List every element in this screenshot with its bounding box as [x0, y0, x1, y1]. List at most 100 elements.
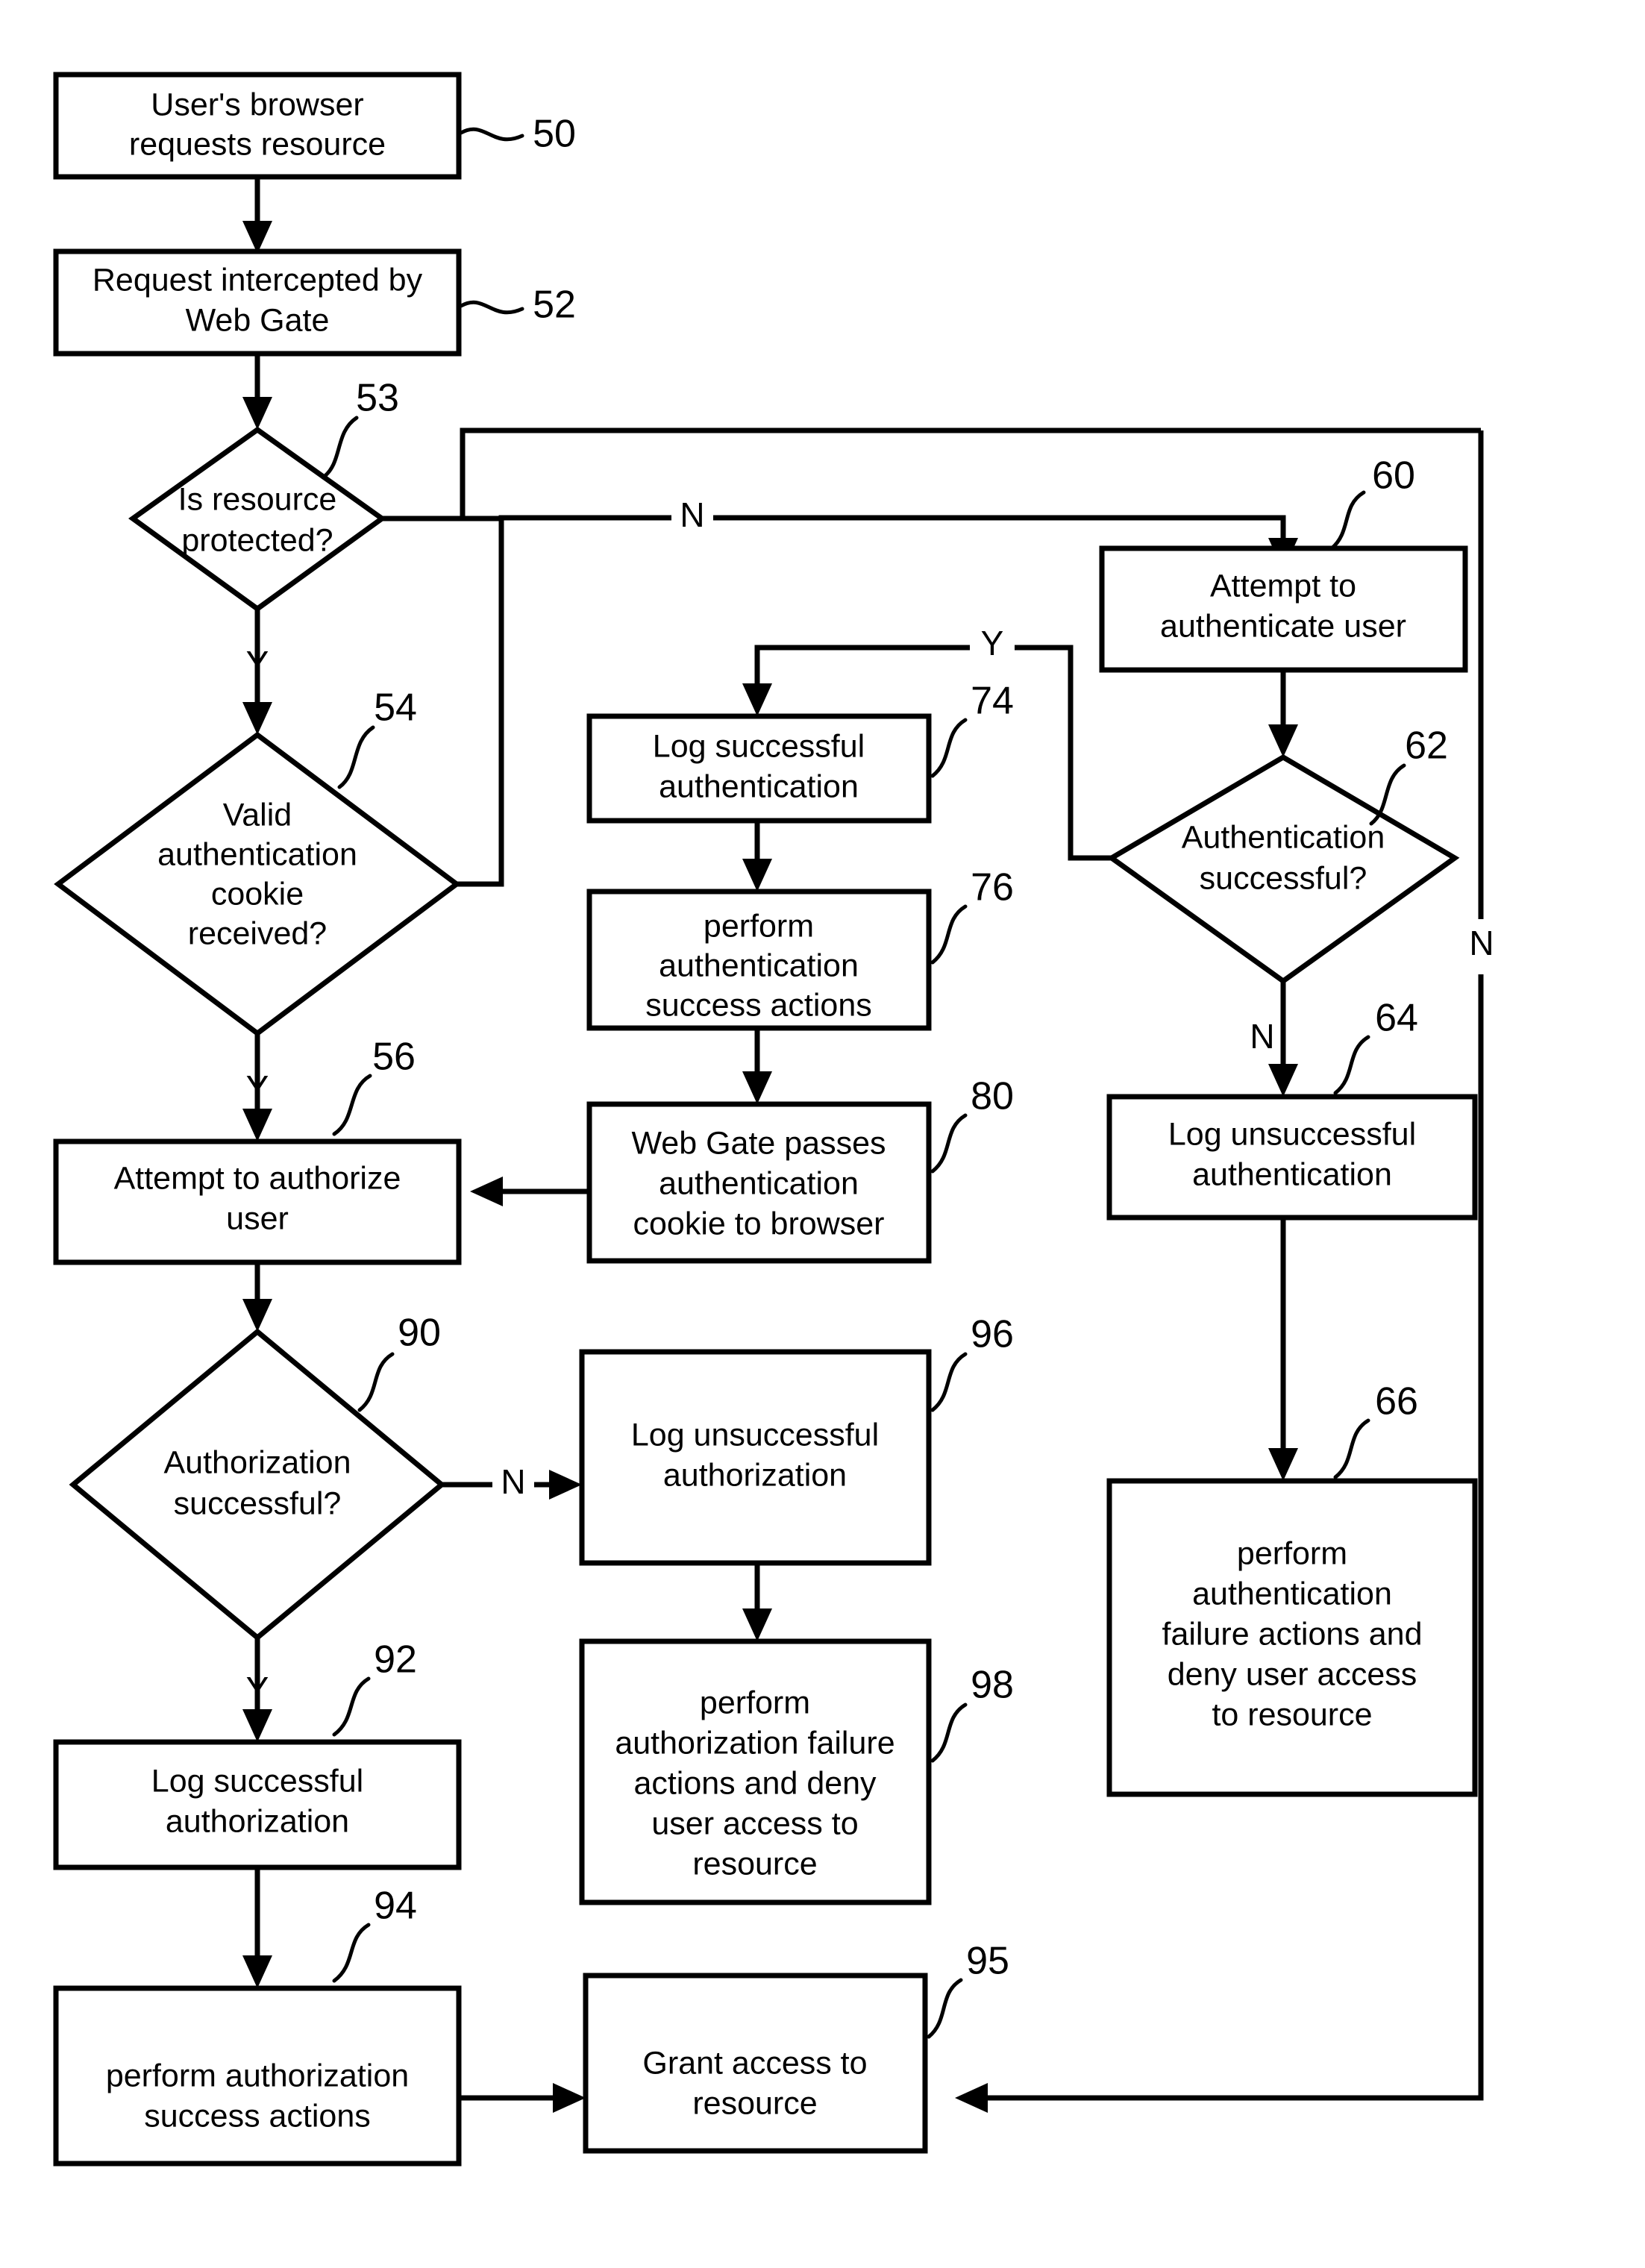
node-98-line-4: resource [692, 1846, 817, 1882]
node-64-line-0: Log unsuccessful [1168, 1116, 1416, 1152]
node-66-line-3: deny user access [1168, 1656, 1417, 1692]
arrowhead-62-yes-to-74 [742, 683, 772, 716]
flowchart-canvas: User's browser requests resource 50 Requ… [53, 72, 1503, 2167]
leader-80 [930, 1113, 968, 1174]
node-50[interactable]: User's browser requests resource 50 [53, 72, 576, 180]
node-60-line-1: authenticate user [1160, 608, 1406, 644]
arrowhead-90-no-to-96 [549, 1470, 582, 1500]
node-94-line-0: perform authorization [106, 2058, 409, 2093]
node-95-line-1: resource [692, 2085, 817, 2121]
node-90-line-0: Authorization [164, 1444, 351, 1480]
connector-53-no-to-60 [382, 515, 1286, 548]
ref-num-64: 64 [1375, 997, 1418, 1040]
flowchart-figure: User's browser requests resource 50 Requ… [0, 0, 1645, 2268]
arrowhead-50-to-52 [242, 221, 272, 254]
branch-label-authz-yes: Y [246, 1670, 269, 1708]
node-64-line-1: authentication [1192, 1156, 1392, 1192]
node-50-line-1: requests resource [129, 126, 386, 162]
branch-label-cookie-yes: Y [246, 1068, 269, 1107]
leader-76 [930, 904, 968, 965]
node-52[interactable]: Request intercepted by Web Gate 52 [53, 248, 576, 357]
node-50-line-0: User's browser [151, 87, 363, 122]
node-54-line-2: cookie [211, 876, 304, 912]
node-80[interactable]: Web Gate passes authentication cookie to… [586, 1075, 1014, 1264]
leader-94 [332, 1923, 371, 1983]
node-90[interactable]: Authorization successful? 90 [69, 1312, 446, 1641]
ref-num-53: 53 [356, 377, 399, 420]
leader-92 [332, 1676, 371, 1737]
node-96-line-1: authorization [663, 1457, 847, 1493]
leader-64 [1333, 1035, 1370, 1095]
ref-num-56: 56 [372, 1036, 416, 1079]
node-98-line-0: perform [700, 1685, 810, 1720]
node-54-line-0: Valid [223, 797, 292, 833]
node-96-line-0: Log unsuccessful [631, 1417, 879, 1453]
node-76-line-0: perform [704, 908, 814, 944]
ref-num-80: 80 [971, 1075, 1014, 1118]
node-62[interactable]: Authentication successful? 62 [1106, 724, 1460, 985]
branch-label-bypass-no: N [1469, 924, 1494, 962]
arrowhead-96-to-98 [742, 1608, 772, 1641]
ref-num-96: 96 [971, 1313, 1014, 1356]
branch-label-auth-no: N [1250, 1017, 1274, 1056]
branch-label-protected-yes: Y [246, 644, 269, 683]
node-53[interactable]: Is resource protected? 53 [128, 377, 399, 613]
node-53-line-0: Is resource [178, 481, 337, 517]
leader-96 [930, 1352, 968, 1412]
node-74[interactable]: Log successful authentication 74 [586, 680, 1014, 824]
arrowhead-80-to-56 [470, 1177, 503, 1206]
arrowhead-54-yes-to-56 [242, 1109, 272, 1141]
branch-label-authz-no: N [501, 1462, 525, 1501]
ref-num-66: 66 [1375, 1380, 1418, 1423]
connector-54-no-to-60 [457, 518, 504, 887]
node-64[interactable]: Log unsuccessful authentication 64 [1106, 997, 1478, 1221]
node-54[interactable]: Valid authentication cookie received? 54 [54, 686, 461, 1037]
node-66-line-2: failure actions and [1162, 1616, 1423, 1652]
leader-90 [357, 1352, 395, 1412]
arrowhead-92-to-94 [242, 1955, 272, 1988]
leader-53 [321, 416, 359, 480]
leader-98 [930, 1702, 968, 1763]
node-98-line-2: actions and deny [633, 1765, 877, 1801]
node-56-line-0: Attempt to authorize [114, 1160, 401, 1196]
leader-60 [1329, 490, 1366, 551]
node-80-line-2: cookie to browser [633, 1206, 885, 1241]
connector-53-no-bypass [382, 427, 1481, 521]
arrowhead-60-to-62 [1268, 724, 1298, 757]
node-52-line-0: Request intercepted by [93, 262, 423, 298]
node-95[interactable]: Grant access to resource 95 [583, 1940, 1009, 2154]
leader-95 [927, 1978, 963, 2039]
node-76[interactable]: perform authentication success actions 7… [586, 866, 1014, 1031]
node-54-line-1: authentication [157, 836, 357, 872]
arrowhead-90-yes-to-92 [242, 1709, 272, 1742]
node-95-line-0: Grant access to [642, 2045, 867, 2081]
node-53-line-1: protected? [181, 522, 333, 558]
leader-56 [332, 1074, 372, 1136]
arrowhead-76-to-80 [742, 1071, 772, 1104]
node-53-diamond[interactable] [128, 426, 386, 613]
ref-num-74: 74 [971, 680, 1014, 723]
arrowhead-62-no-to-64 [1268, 1064, 1298, 1097]
arrowhead-64-to-66 [1268, 1448, 1298, 1481]
node-92-line-1: authorization [166, 1803, 349, 1839]
node-92-line-0: Log successful [151, 1763, 363, 1799]
arrowhead-94-to-95 [553, 2083, 586, 2113]
leader-52 [459, 300, 524, 315]
node-60[interactable]: Attempt to authenticate user 60 [1099, 454, 1468, 673]
arrowhead-bypass-to-95 [955, 2083, 988, 2113]
ref-num-60: 60 [1372, 454, 1415, 498]
node-98[interactable]: perform authorization failure actions an… [579, 1638, 1014, 1905]
ref-num-54: 54 [374, 686, 417, 730]
node-74-line-0: Log successful [653, 728, 865, 764]
node-96[interactable]: Log unsuccessful authorization 96 [579, 1313, 1014, 1566]
ref-num-76: 76 [971, 866, 1014, 909]
node-90-diamond[interactable] [69, 1328, 446, 1641]
ref-num-92: 92 [374, 1638, 417, 1682]
branch-label-protected-no: N [680, 495, 704, 534]
connector-bypass-to-95 [977, 430, 1484, 2101]
node-52-line-1: Web Gate [186, 302, 330, 338]
arrowhead-52-to-53 [242, 397, 272, 430]
node-66[interactable]: perform authentication failure actions a… [1106, 1380, 1478, 1797]
node-90-line-1: successful? [174, 1485, 342, 1521]
node-76-line-2: success actions [645, 987, 872, 1023]
